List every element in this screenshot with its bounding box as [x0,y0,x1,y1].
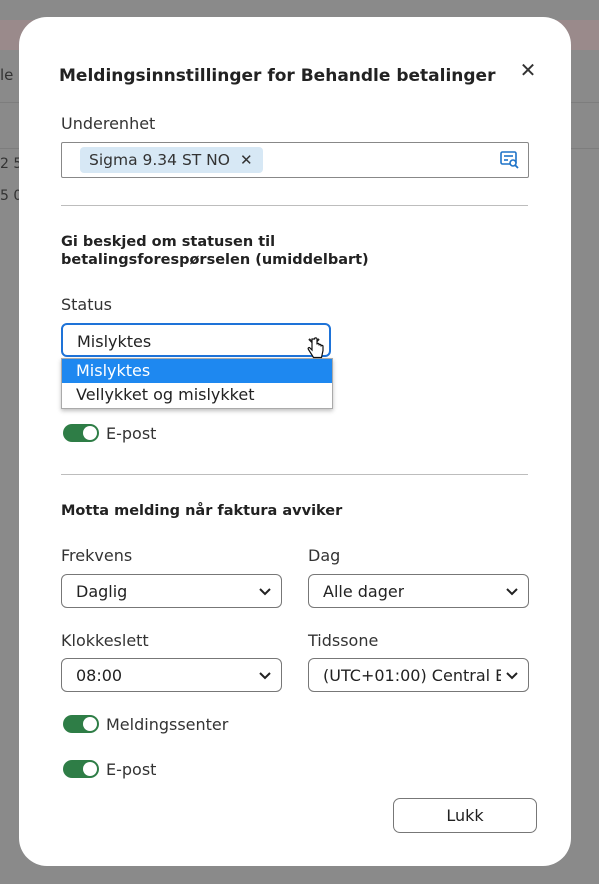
frequency-label: Frekvens [61,546,133,565]
divider [61,474,528,475]
time-select[interactable]: 08:00 [61,658,282,692]
status-email-toggle[interactable] [63,424,99,442]
timezone-select-value: (UTC+01:00) Central E... [323,666,501,685]
close-button[interactable]: Lukk [393,798,537,833]
timezone-select[interactable]: (UTC+01:00) Central E... [308,658,529,692]
frequency-select-value: Daglig [76,582,128,601]
chevron-down-icon [259,588,271,596]
subunit-multiselect[interactable]: Sigma 9.34 ST NO ✕ [61,142,529,178]
status-dropdown-list: Mislyktes Vellykket og mislykket [61,358,333,409]
day-label: Dag [308,546,341,565]
subunit-chip: Sigma 9.34 ST NO ✕ [80,147,263,173]
lookup-list-icon[interactable] [500,151,520,169]
status-select-value: Mislyktes [77,332,152,351]
background-text: le [0,66,14,84]
status-option[interactable]: Vellykket og mislykket [62,383,332,407]
hand-cursor-icon [307,337,324,359]
status-section-title: Gi beskjed om statusen til betalingsfore… [61,234,369,268]
time-select-value: 08:00 [76,666,123,685]
message-center-toggle-label: Meldingssenter [106,715,229,734]
subunit-label: Underenhet [61,114,156,133]
chevron-down-icon [506,588,518,596]
status-email-toggle-label: E-post [106,424,157,443]
close-icon[interactable]: ✕ [517,59,539,81]
status-option[interactable]: Mislyktes [62,359,332,383]
remove-chip-icon[interactable]: ✕ [240,151,253,169]
day-select[interactable]: Alle dager [308,574,529,608]
invoice-email-toggle[interactable] [63,760,99,778]
invoice-section-title: Motta melding når faktura avviker [61,503,343,519]
timezone-label: Tidssone [308,631,379,650]
status-label: Status [61,295,112,314]
day-select-value: Alle dager [323,582,405,601]
divider [61,205,528,206]
message-center-toggle[interactable] [63,715,99,733]
invoice-email-toggle-label: E-post [106,760,157,779]
chevron-down-icon [259,672,271,680]
notification-settings-dialog: Meldingsinnstillinger for Behandle betal… [19,17,571,866]
chevron-down-icon [506,672,518,680]
frequency-select[interactable]: Daglig [61,574,282,608]
time-label: Klokkeslett [61,631,149,650]
status-select[interactable]: Mislyktes [61,323,331,357]
dialog-title: Meldingsinnstillinger for Behandle betal… [59,66,496,86]
subunit-chip-label: Sigma 9.34 ST NO [89,151,230,169]
